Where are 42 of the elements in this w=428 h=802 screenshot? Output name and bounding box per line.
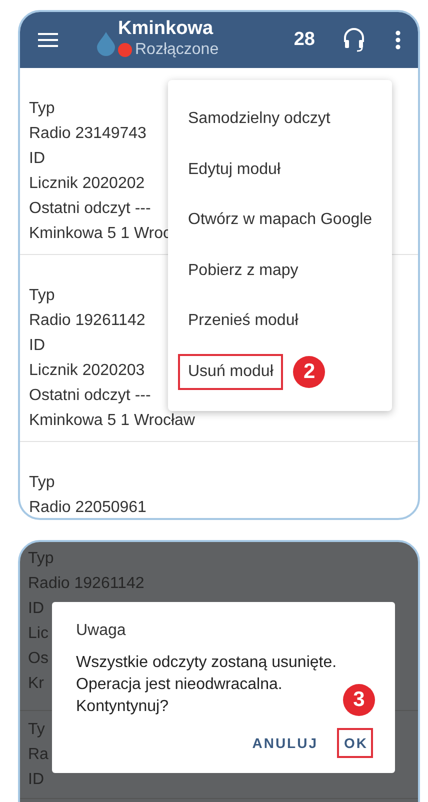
module-detail: Licznik 2020203 bbox=[29, 361, 145, 381]
step-badge: 3 bbox=[343, 684, 375, 716]
dialog-title: Uwaga bbox=[76, 622, 126, 640]
module-detail: Os bbox=[28, 649, 48, 669]
module-detail: Typ bbox=[29, 286, 55, 306]
module-detail: ID bbox=[29, 336, 45, 356]
module-detail: ID bbox=[29, 149, 45, 169]
connection-status: Rozłączone bbox=[135, 40, 219, 60]
module-detail: Radio 23149743 bbox=[29, 124, 146, 144]
more-options-icon[interactable] bbox=[395, 30, 401, 50]
module-detail: Ty bbox=[28, 720, 45, 740]
module-detail: Kr bbox=[28, 674, 44, 694]
app-title: Kminkowa bbox=[118, 18, 214, 40]
module-detail: Licznik 2020202 bbox=[29, 174, 145, 194]
module-detail: ID bbox=[28, 599, 44, 619]
module-detail: Ostatni odczyt --- bbox=[29, 199, 151, 219]
menu-item[interactable]: Edytuj moduł bbox=[178, 152, 290, 188]
dialog-button[interactable]: ANULUJ bbox=[245, 728, 323, 758]
headset-icon[interactable] bbox=[343, 27, 365, 53]
status-dot-icon bbox=[118, 43, 132, 57]
dialog-message: Wszystkie odczyty zostaną usunięte. Operacja jest nieodwracalna. Kontyntynuj? bbox=[76, 653, 337, 717]
module-detail: Ra bbox=[28, 745, 48, 765]
dialog-button[interactable]: OK bbox=[337, 728, 373, 758]
module-detail: Radio 19261142 bbox=[29, 311, 146, 331]
module-detail: Radio 22050961 bbox=[29, 498, 146, 518]
module-detail: Typ bbox=[29, 473, 55, 493]
menu-icon[interactable] bbox=[38, 33, 58, 47]
module-detail: Lic bbox=[28, 624, 48, 644]
count-label: 28 bbox=[294, 29, 315, 51]
menu-item[interactable]: Samodzielny odczyt bbox=[178, 101, 340, 138]
module-detail: Typ bbox=[29, 99, 55, 119]
water-drop-icon bbox=[96, 32, 116, 56]
module-detail: Kminkowa 5 1 Wrocław bbox=[29, 411, 195, 431]
menu-item[interactable]: Przenieś moduł bbox=[178, 303, 308, 340]
module-detail: Radio 19261142 bbox=[28, 574, 144, 594]
module-detail: ID bbox=[28, 770, 44, 790]
menu-item[interactable]: Pobierz z mapy bbox=[178, 252, 308, 289]
menu-item[interactable]: Usuń moduł bbox=[178, 354, 284, 390]
module-detail: Ostatni odczyt --- bbox=[29, 386, 151, 406]
menu-item[interactable]: Otwórz w mapach Google bbox=[178, 202, 382, 238]
module-detail: Typ bbox=[28, 549, 54, 569]
step-badge: 2 bbox=[293, 356, 326, 388]
